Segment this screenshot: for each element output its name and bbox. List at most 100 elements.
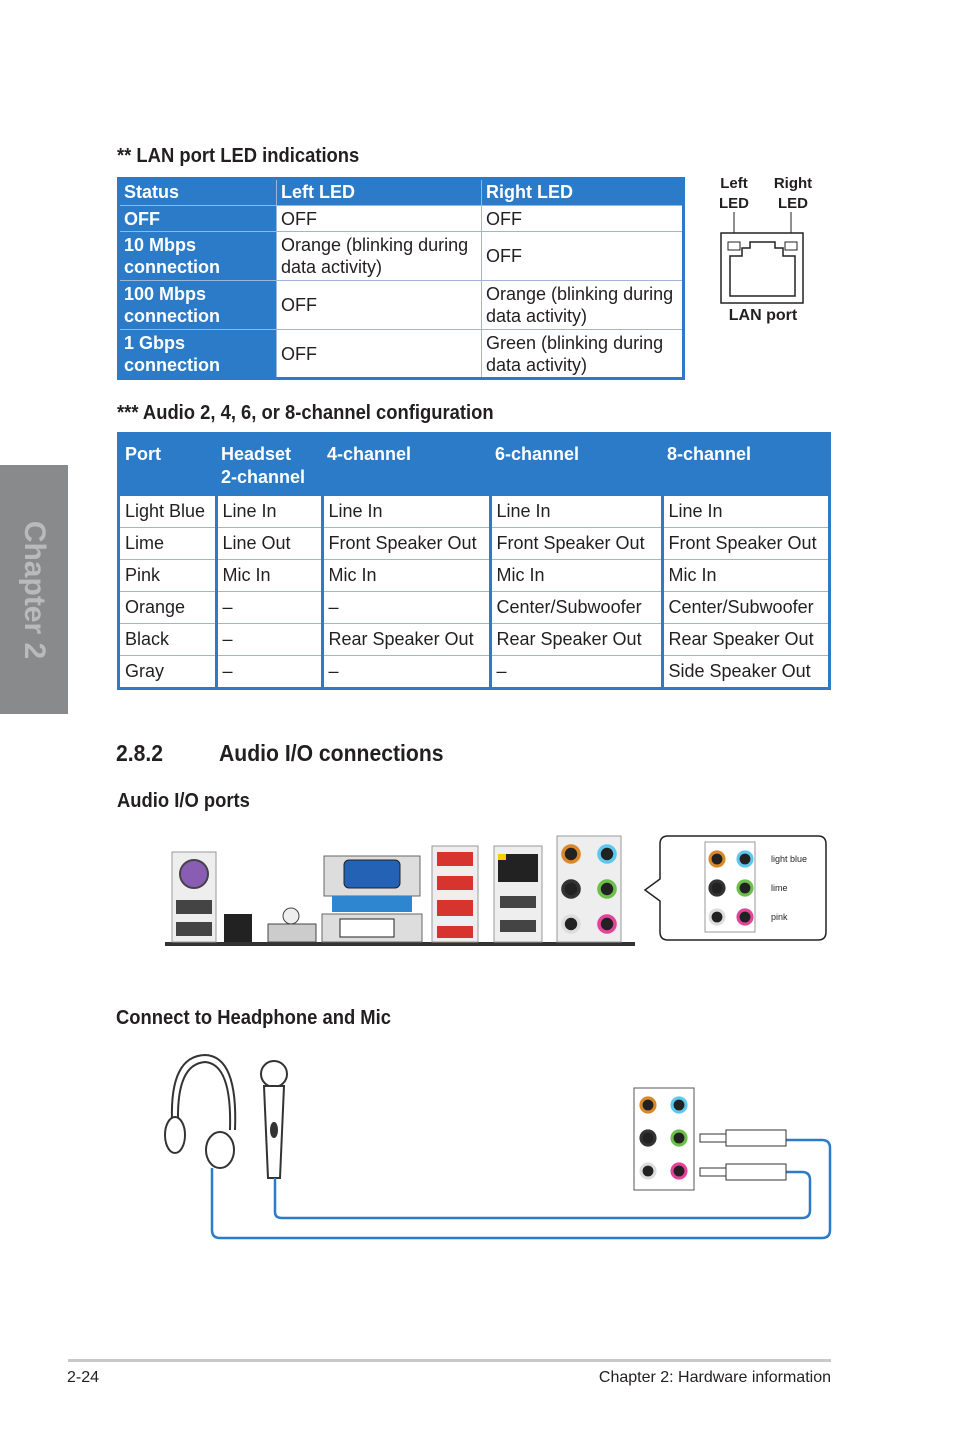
lan-port-icon <box>720 212 804 304</box>
headset-cell: Line In <box>214 493 324 528</box>
table-row: OFF OFF OFF <box>118 205 684 232</box>
left-led-cell: OFF <box>276 205 482 232</box>
port-cell: Orange <box>117 591 218 624</box>
8ch-cell: Rear Speaker Out <box>660 623 831 656</box>
chapter-tab-label: Chapter 2 <box>18 520 51 659</box>
manual-page: ** LAN port LED indications Status Left … <box>0 0 954 1438</box>
audio-ports-heading: Audio I/O ports <box>117 790 250 812</box>
status-cell: 100 Mbps connection <box>118 280 277 330</box>
right-led-label: Right LED <box>773 175 813 212</box>
table-row: Orange – – Center/Subwoofer Center/Subwoofer <box>117 591 831 624</box>
light_blue-jack-icon <box>670 1096 688 1114</box>
table-row: Gray – – – Side Speaker Out <box>117 655 831 689</box>
header-status: Status <box>118 178 277 206</box>
pink-jack-icon <box>670 1162 688 1180</box>
lime-jack-icon <box>670 1129 688 1147</box>
headset-cell: Mic In <box>214 559 324 592</box>
plug-lime <box>699 1129 787 1147</box>
usb3-esata-block <box>431 845 479 943</box>
headset-cell: – <box>214 655 324 689</box>
jack-label-light-blue: light blue <box>771 854 808 864</box>
port-cell: Light Blue <box>117 493 218 528</box>
footer-chapter: Chapter 2: Hardware information <box>598 1369 831 1386</box>
6ch-cell: Line In <box>488 493 664 528</box>
4ch-cell: – <box>320 591 492 624</box>
pink-jack-icon <box>736 908 754 926</box>
port-cell: Gray <box>117 655 218 689</box>
left-led-cell: OFF <box>276 329 482 379</box>
table-header-row: Port Headset 2-channel 4-channel 6-chann… <box>118 433 830 495</box>
black-jack-icon <box>639 1129 657 1147</box>
headset-cell: – <box>214 623 324 656</box>
header-6ch: 6-channel <box>490 433 662 495</box>
pink-jack-icon <box>597 914 617 934</box>
orange-jack-icon <box>561 844 581 864</box>
status-cell: 1 Gbps connection <box>118 329 277 379</box>
lan-port-caption: LAN port <box>728 307 798 324</box>
8ch-cell: Center/Subwoofer <box>660 591 831 624</box>
status-cell: 10 Mbps connection <box>118 231 277 281</box>
table-row: Lime Line Out Front Speaker Out Front Speak… <box>117 527 831 560</box>
table-header-row: Status Left LED Right LED <box>118 178 684 206</box>
rear-io-panel-illustration <box>165 835 827 946</box>
microphone-icon <box>260 1060 288 1179</box>
jack-label-pink: pink <box>771 912 788 922</box>
gray-jack-icon <box>561 914 581 934</box>
black-jack-icon <box>708 879 726 897</box>
ps2-usb-block <box>171 851 217 943</box>
footer-rule <box>68 1359 831 1362</box>
6ch-cell: – <box>488 655 664 689</box>
header-right-led: Right LED <box>481 178 684 206</box>
headphone-heading: Connect to Headphone and Mic <box>116 1007 391 1029</box>
4ch-cell: Mic In <box>320 559 492 592</box>
header-4ch: 4-channel <box>322 433 490 495</box>
light_blue-jack-icon <box>597 844 617 864</box>
audio-jack-block <box>556 835 622 943</box>
6ch-cell: Mic In <box>488 559 664 592</box>
section-title: Audio I/O connections <box>219 740 444 766</box>
status-cell: OFF <box>118 205 277 232</box>
gray-jack-icon <box>639 1162 657 1180</box>
left-led-cell: OFF <box>276 280 482 330</box>
header-port: Port <box>118 433 216 495</box>
right-led-cell: OFF <box>481 231 684 281</box>
6ch-cell: Center/Subwoofer <box>488 591 664 624</box>
8ch-cell: Line In <box>660 493 831 528</box>
header-headset: Headset 2-channel <box>216 433 322 495</box>
vga-dvi-port-icon <box>321 855 423 943</box>
jack-label-lime: lime <box>771 883 788 893</box>
6ch-cell: Rear Speaker Out <box>488 623 664 656</box>
orange-jack-icon <box>708 850 726 868</box>
table-row: Pink Mic In Mic In Mic In Mic In <box>117 559 831 592</box>
light_blue-jack-icon <box>736 850 754 868</box>
table-row: 100 Mbps connection OFF Orange (blinking… <box>118 280 684 330</box>
4ch-cell: Front Speaker Out <box>320 527 492 560</box>
plug-pink <box>699 1163 787 1181</box>
optical-port-icon <box>224 914 252 942</box>
lan-heading: ** LAN port LED indications <box>117 145 360 167</box>
left-led-cell: Orange (blinking during data activity) <box>276 231 482 281</box>
gray-jack-icon <box>708 908 726 926</box>
headphone-icon <box>164 1053 237 1169</box>
lan-led-table: Status Left LED Right LED OFF OFF OFF 10… <box>117 177 685 380</box>
4ch-cell: – <box>320 655 492 689</box>
headset-cell: Line Out <box>214 527 324 560</box>
header-headset-label: Headset 2-channel <box>221 444 306 487</box>
lime-jack-icon <box>736 879 754 897</box>
hdmi-port-icon <box>267 907 317 943</box>
right-led-cell: OFF <box>481 205 684 232</box>
8ch-cell: Mic In <box>660 559 831 592</box>
black-jack-icon <box>561 879 581 899</box>
headphone-cable <box>210 1138 832 1240</box>
left-led-label: Left LED <box>719 175 749 212</box>
lime-jack-icon <box>597 879 617 899</box>
table-row: Light Blue Line In Line In Line In Line In <box>117 493 831 528</box>
4ch-cell: Line In <box>320 493 492 528</box>
8ch-cell: Front Speaker Out <box>660 527 831 560</box>
table-row: 1 Gbps connection OFF Green (blinking du… <box>118 329 684 379</box>
6ch-cell: Front Speaker Out <box>488 527 664 560</box>
right-led-cell: Green (blinking during data activity) <box>481 329 684 379</box>
section-number: 2.8.2 <box>116 740 164 766</box>
audio-config-table: Port Headset 2-channel 4-channel 6-chann… <box>117 432 831 690</box>
header-left-led: Left LED <box>276 178 482 206</box>
